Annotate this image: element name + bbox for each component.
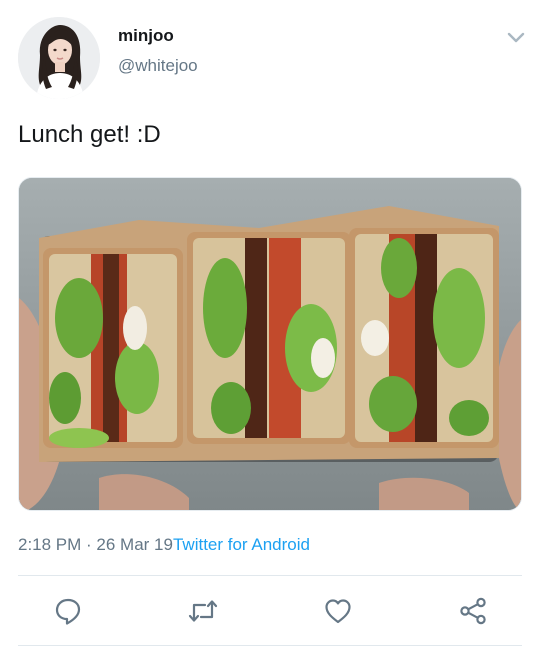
tweet-meta: 2:18 PM · 26 Mar 19Twitter for Android (18, 535, 310, 555)
divider (18, 575, 522, 576)
tweet-date: 26 Mar 19 (96, 535, 173, 554)
display-name[interactable]: minjoo (118, 26, 198, 46)
tweet-detail: minjoo @whitejoo Lunch get! :D 2:18 PM ·… (0, 0, 540, 650)
user-handle[interactable]: @whitejoo (118, 56, 198, 76)
tweet-time: 2:18 PM (18, 535, 82, 554)
like-button[interactable] (323, 596, 353, 626)
meta-separator: · (81, 535, 97, 554)
profile-photo (18, 17, 100, 99)
chevron-down-icon[interactable] (506, 30, 526, 46)
retweet-icon (188, 600, 218, 622)
tweet-source-link[interactable]: Twitter for Android (173, 535, 310, 554)
share-button[interactable] (458, 596, 488, 626)
tweet-media[interactable] (18, 177, 522, 511)
sandwich-photo (19, 178, 521, 510)
reply-button[interactable] (53, 596, 83, 626)
heart-icon (325, 599, 351, 624)
action-bar (0, 590, 540, 630)
avatar[interactable] (18, 17, 100, 99)
retweet-button[interactable] (188, 596, 218, 626)
divider (18, 645, 522, 646)
tweet-text: Lunch get! :D (18, 121, 161, 148)
user-names: minjoo @whitejoo (118, 26, 198, 76)
share-icon (460, 597, 486, 625)
reply-icon (55, 598, 81, 625)
